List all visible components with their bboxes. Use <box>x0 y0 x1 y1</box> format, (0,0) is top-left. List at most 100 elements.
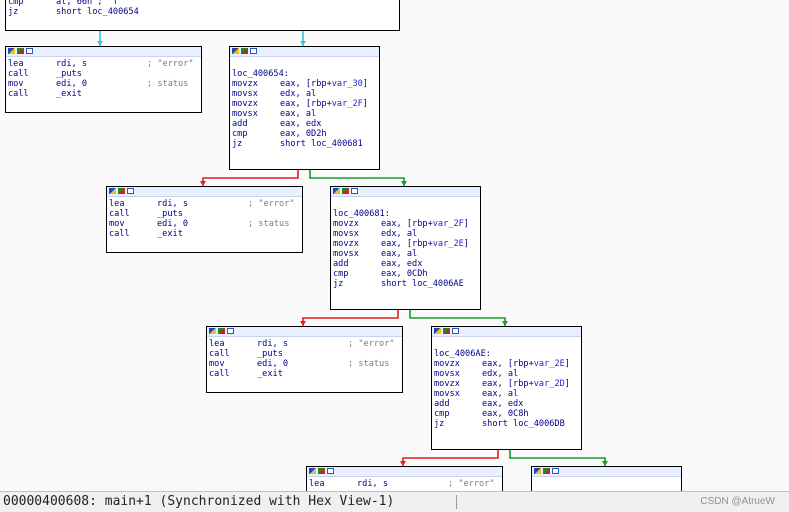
graph-overview-icon[interactable] <box>443 328 450 334</box>
asm-line[interactable]: mov edi, 0 ; status <box>109 219 302 229</box>
node-body: loc_400654: movzx eax, [rbp+var_30] movsx ed… <box>230 57 379 150</box>
graph-overview-icon[interactable] <box>241 48 248 54</box>
asm-line[interactable]: call _puts <box>109 209 302 219</box>
graph-node-loc-4006DB[interactable] <box>531 466 682 491</box>
asm-line[interactable]: movsx eax, al <box>333 249 480 259</box>
window-icon[interactable] <box>327 468 334 474</box>
graph-node-err-4[interactable]: lea rdi, s ; "error" <box>306 466 503 491</box>
color-node-icon[interactable] <box>333 188 340 194</box>
mnemonic: call <box>209 349 230 359</box>
asm-line[interactable]: mov edi, 0 ; status <box>8 79 201 89</box>
asm-line[interactable]: cmp eax, 0C8h <box>434 409 581 419</box>
node-header <box>6 47 201 57</box>
window-icon[interactable] <box>250 48 257 54</box>
comment: ; "error" <box>248 199 295 209</box>
asm-line[interactable]: cmp eax, 0CDh <box>333 269 480 279</box>
operand: eax, edx <box>381 259 423 269</box>
asm-line[interactable]: lea rdi, s ; "error" <box>109 199 302 209</box>
asm-line[interactable]: movzx eax, [rbp+var_2E] <box>434 359 581 369</box>
asm-line[interactable]: call _puts <box>209 349 402 359</box>
operand: edi, 0 <box>56 79 88 89</box>
graph-overview-icon[interactable] <box>543 468 550 474</box>
node-body: lea rdi, s ; "error" call _puts mov edi, 0 ; st… <box>107 197 302 240</box>
edge-true-flow[interactable] <box>409 310 506 326</box>
asm-line[interactable]: movzx eax, [rbp+var_2D] <box>434 379 581 389</box>
color-node-icon[interactable] <box>434 328 441 334</box>
asm-line[interactable]: add eax, edx <box>333 259 480 269</box>
asm-line[interactable]: movsx edx, al <box>434 369 581 379</box>
color-node-icon[interactable] <box>209 328 216 334</box>
asm-line[interactable]: cmp al, 66h ; 'f' <box>8 0 399 7</box>
operand: rdi, s <box>257 339 289 349</box>
asm-line[interactable]: lea rdi, s ; "error" <box>8 59 201 69</box>
mnemonic: call <box>8 69 29 79</box>
asm-line[interactable]: lea rdi, s ; "error" <box>309 479 502 489</box>
asm-line[interactable]: lea rdi, s ; "error" <box>209 339 402 349</box>
edge-false-flow[interactable] <box>402 450 499 466</box>
asm-line[interactable]: movsx edx, al <box>232 89 379 99</box>
asm-line[interactable]: movsx edx, al <box>333 229 480 239</box>
graph-overview-icon[interactable] <box>318 468 325 474</box>
asm-line[interactable]: jz short loc_4006DB <box>434 419 581 429</box>
color-node-icon[interactable] <box>534 468 541 474</box>
stack-var: var_2F <box>432 219 464 229</box>
asm-line[interactable]: call _exit <box>8 89 201 99</box>
asm-line[interactable]: cmp eax, 0D2h <box>232 129 379 139</box>
color-node-icon[interactable] <box>8 48 15 54</box>
graph-node-loc-400654[interactable]: loc_400654: movzx eax, [rbp+var_30] movsx ed… <box>229 46 380 170</box>
asm-line[interactable]: call _exit <box>209 369 402 379</box>
operand: short loc_4006AE <box>381 279 464 289</box>
window-icon[interactable] <box>351 188 358 194</box>
window-icon[interactable] <box>127 188 134 194</box>
window-icon[interactable] <box>227 328 234 334</box>
graph-node-loc-400681[interactable]: loc_400681: movzx eax, [rbp+var_2F] movsx ed… <box>330 186 481 310</box>
asm-line[interactable]: add eax, edx <box>434 399 581 409</box>
color-node-icon[interactable] <box>232 48 239 54</box>
mnemonic: movsx <box>232 109 258 119</box>
asm-line[interactable]: movzx eax, [rbp+var_2F] <box>232 99 379 109</box>
operand: eax, edx <box>482 399 524 409</box>
asm-line[interactable]: mov edi, 0 ; status <box>209 359 402 369</box>
window-icon[interactable] <box>26 48 33 54</box>
asm-line[interactable]: call _puts <box>8 69 201 79</box>
asm-line[interactable]: jz short loc_400681 <box>232 139 379 149</box>
mnemonic: movsx <box>333 229 359 239</box>
edge-true-flow[interactable] <box>509 450 606 466</box>
mnemonic: call <box>209 369 230 379</box>
graph-node-top[interactable]: movzxeax, [rbp+var_30]cmpal, 66h ; 'f'jz… <box>5 0 400 31</box>
asm-line[interactable]: jz short loc_400654 <box>8 7 399 17</box>
status-divider <box>456 495 457 509</box>
operand: edi, 0 <box>157 219 189 229</box>
edge-true-flow[interactable] <box>309 170 405 186</box>
graph-view[interactable]: movzxeax, [rbp+var_30]cmpal, 66h ; 'f'jz… <box>0 0 789 491</box>
asm-line[interactable]: call _exit <box>109 229 302 239</box>
mnemonic: lea <box>8 59 24 69</box>
window-icon[interactable] <box>552 468 559 474</box>
graph-node-err-1[interactable]: lea rdi, s ; "error" call _puts mov edi, 0 ; st… <box>5 46 202 113</box>
code-label[interactable]: loc_400654: <box>232 69 379 79</box>
asm-line[interactable]: movsx eax, al <box>434 389 581 399</box>
edge-false-flow[interactable] <box>302 310 399 326</box>
graph-node-loc-4006AE[interactable]: loc_4006AE: movzx eax, [rbp+var_2E] movsx ed… <box>431 326 582 450</box>
graph-overview-icon[interactable] <box>218 328 225 334</box>
operand: short loc_400654 <box>56 7 139 17</box>
graph-node-err-3[interactable]: lea rdi, s ; "error" call _puts mov edi, 0 ; st… <box>206 326 403 393</box>
asm-line[interactable]: add eax, edx <box>232 119 379 129</box>
color-node-icon[interactable] <box>309 468 316 474</box>
code-label[interactable]: loc_4006AE: <box>434 349 581 359</box>
mnemonic: cmp <box>333 269 349 279</box>
graph-overview-icon[interactable] <box>118 188 125 194</box>
asm-line[interactable]: movzx eax, [rbp+var_2F] <box>333 219 480 229</box>
asm-line[interactable]: movsx eax, al <box>232 109 379 119</box>
graph-node-err-2[interactable]: lea rdi, s ; "error" call _puts mov edi, 0 ; st… <box>106 186 303 253</box>
asm-line[interactable]: movzx eax, [rbp+var_2E] <box>333 239 480 249</box>
edge-false-flow[interactable] <box>202 170 299 186</box>
asm-line[interactable]: movzx eax, [rbp+var_30] <box>232 79 379 89</box>
graph-overview-icon[interactable] <box>17 48 24 54</box>
graph-overview-icon[interactable] <box>342 188 349 194</box>
mnemonic: movzx <box>434 379 460 389</box>
asm-line[interactable]: jz short loc_4006AE <box>333 279 480 289</box>
color-node-icon[interactable] <box>109 188 116 194</box>
window-icon[interactable] <box>452 328 459 334</box>
code-label[interactable]: loc_400681: <box>333 209 480 219</box>
